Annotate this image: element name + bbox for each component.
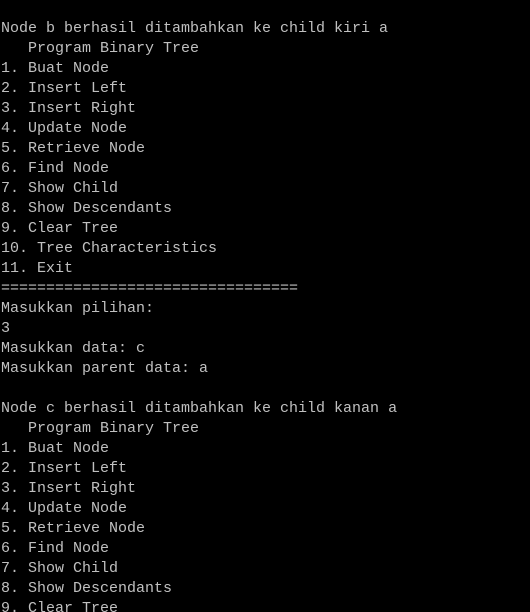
menu-option: 11. Exit [1,260,74,277]
menu-option: 5. Retrieve Node [1,520,146,537]
menu-option: 3. Insert Right [1,480,137,497]
menu-option: 6. Find Node [1,160,110,177]
menu-option: 2. Insert Left [1,460,128,477]
output-line: Node b berhasil ditambahkan ke child kir… [1,20,389,37]
menu-option: 8. Show Descendants [1,580,173,597]
terminal-output: Node b berhasil ditambahkan ke child kir… [1,19,397,612]
menu-option: 5. Retrieve Node [1,140,146,157]
menu-option: 7. Show Child [1,180,119,197]
terminal-window[interactable]: Node b berhasil ditambahkan ke child kir… [0,0,530,612]
menu-option: 7. Show Child [1,560,119,577]
menu-title: Program Binary Tree [1,420,200,437]
menu-option: 6. Find Node [1,540,110,557]
menu-option: 4. Update Node [1,120,128,137]
menu-option: 1. Buat Node [1,440,110,457]
input-prompt: Masukkan pilihan: [1,300,155,317]
menu-option: 8. Show Descendants [1,200,173,217]
menu-option: 3. Insert Right [1,100,137,117]
output-line: Node c berhasil ditambahkan ke child kan… [1,400,398,417]
separator-line: ================================= [1,280,299,297]
user-input: 3 [1,320,11,337]
menu-option: 2. Insert Left [1,80,128,97]
menu-title: Program Binary Tree [1,40,200,57]
menu-option: 10. Tree Characteristics [1,240,218,257]
input-prompt: Masukkan parent data: a [1,360,209,377]
menu-option: 1. Buat Node [1,60,110,77]
input-prompt: Masukkan data: c [1,340,146,357]
menu-option: 4. Update Node [1,500,128,517]
menu-option: 9. Clear Tree [1,220,119,237]
menu-option: 9. Clear Tree [1,600,119,612]
